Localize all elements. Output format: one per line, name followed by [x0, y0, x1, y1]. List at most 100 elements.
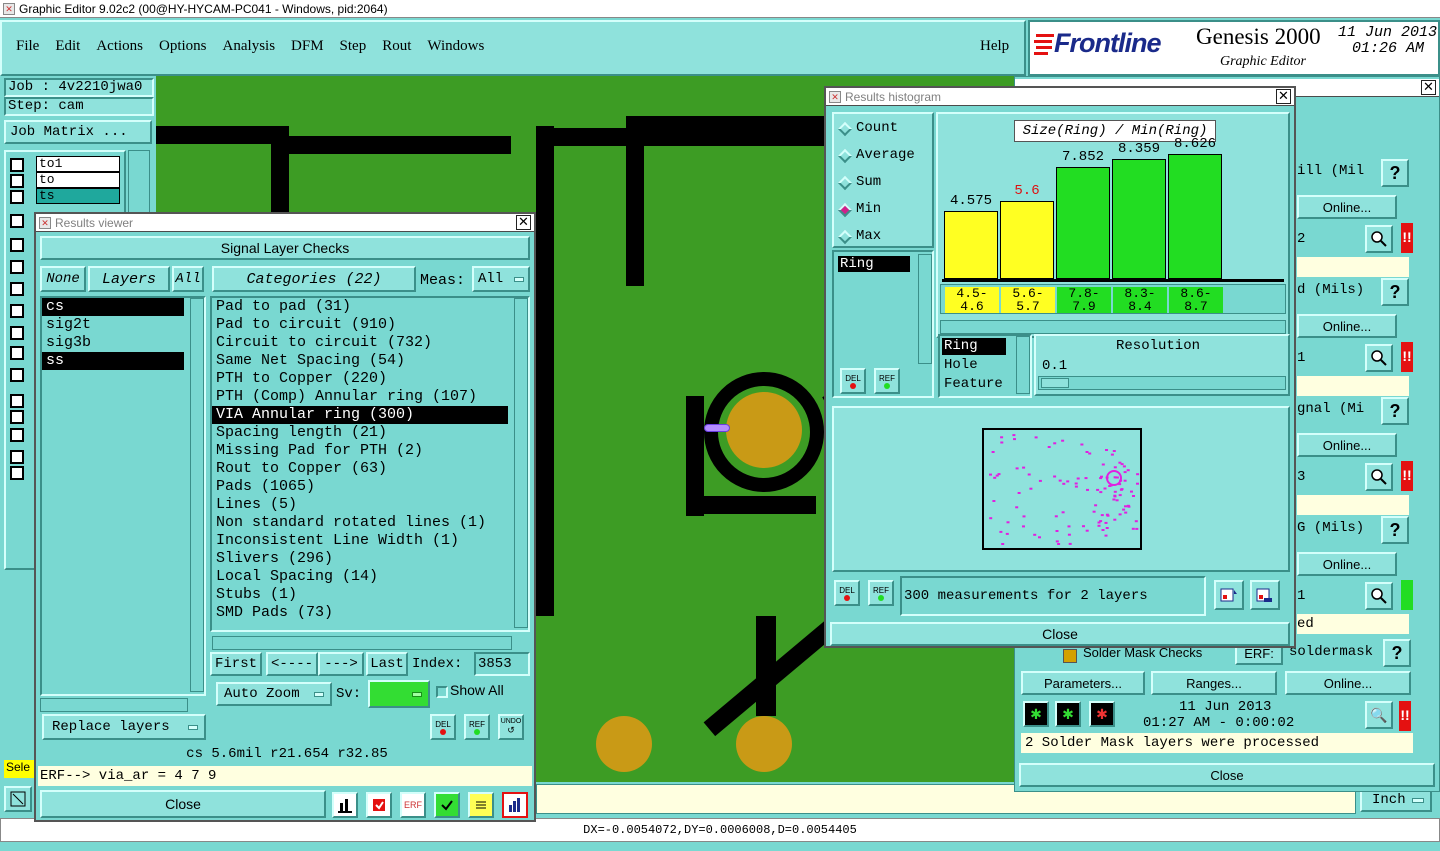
viewer-layer-item[interactable]: ss [42, 352, 184, 370]
show-all-checkbox[interactable] [436, 686, 448, 698]
viewer-layer-item[interactable]: sig3b [42, 334, 184, 352]
histogram-bar[interactable] [944, 211, 998, 279]
histogram-bar[interactable] [1168, 154, 1222, 279]
categories-hscroll[interactable] [212, 636, 512, 650]
chart-scrollbar[interactable] [940, 320, 1286, 334]
category-item[interactable]: Pads (1065) [212, 478, 508, 496]
viewer-close-icon[interactable]: ✕ [516, 215, 531, 230]
layer-toggle[interactable] [10, 410, 24, 424]
category-item[interactable]: Lines (5) [212, 496, 508, 514]
prev-button[interactable]: <---- [266, 652, 318, 676]
checks-close-icon[interactable]: ✕ [1421, 80, 1436, 95]
layer-name[interactable]: ts [36, 188, 120, 204]
layers-header-button[interactable]: Layers [88, 266, 170, 292]
sv-color-dropdown[interactable] [368, 680, 430, 708]
menu-edit[interactable]: Edit [55, 38, 80, 55]
layer-toggle[interactable] [10, 238, 24, 252]
layer-toggle[interactable] [10, 158, 24, 172]
category-item[interactable]: VIA Annular ring (300) [212, 406, 508, 424]
category-item[interactable]: Stubs (1) [212, 586, 508, 604]
run-icon-1[interactable]: ✱ [1023, 701, 1049, 727]
mode-count[interactable]: Count [834, 118, 932, 142]
res-item[interactable]: Feature [942, 376, 1014, 393]
run-icon-3[interactable]: ✱ [1089, 701, 1115, 727]
index-input[interactable]: 3853 [474, 652, 530, 676]
hist-bottom-del-button[interactable]: DEL [834, 580, 860, 606]
menu-help[interactable]: Help [980, 38, 1009, 55]
notes-icon[interactable] [468, 792, 494, 818]
layer-name[interactable]: to [36, 172, 120, 188]
layer-toggle[interactable] [10, 326, 24, 340]
next-button[interactable]: ---> [318, 652, 364, 676]
viewer-del-button[interactable]: DEL [430, 714, 456, 740]
mode-sum[interactable]: Sum [834, 172, 932, 196]
zoom-icon-solder[interactable]: 🔍 [1365, 701, 1393, 729]
layers-all-button[interactable]: All [172, 266, 204, 292]
menu-analysis[interactable]: Analysis [223, 38, 276, 55]
layer-toggle[interactable] [10, 346, 24, 360]
layer-name[interactable]: to1 [36, 156, 120, 172]
online-button[interactable]: Online... [1297, 433, 1397, 457]
series-item-ring[interactable]: Ring [838, 256, 910, 272]
category-item[interactable]: Inconsistent Line Width (1) [212, 532, 508, 550]
menu-options[interactable]: Options [159, 38, 207, 55]
layer-toggle[interactable] [10, 466, 24, 480]
viewer-layers-scrollbar[interactable] [190, 298, 204, 692]
category-item[interactable]: Same Net Spacing (54) [212, 352, 508, 370]
hist-del-button[interactable]: DEL [840, 368, 866, 394]
run-icon-2[interactable]: ✱ [1055, 701, 1081, 727]
parameters-button[interactable]: Parameters... [1021, 671, 1145, 695]
viewer-layer-item[interactable]: sig2t [42, 316, 184, 334]
layer-toggle[interactable] [10, 214, 24, 228]
green-action-icon[interactable] [434, 792, 460, 818]
viewer-layer-item[interactable]: cs [42, 298, 184, 316]
zoom-fit-icon[interactable] [4, 786, 32, 812]
export-icon-2[interactable] [1250, 580, 1280, 610]
layer-toggle[interactable] [10, 282, 24, 296]
resolution-slider[interactable] [1038, 376, 1286, 390]
layer-toggle[interactable] [10, 428, 24, 442]
replace-layers-dropdown[interactable]: Replace layers [42, 714, 206, 740]
erf-value[interactable]: soldermask [1285, 641, 1381, 665]
last-button[interactable]: Last [366, 652, 408, 676]
category-item[interactable]: Slivers (296) [212, 550, 508, 568]
meas-dropdown[interactable]: All [472, 266, 530, 292]
preview-board[interactable] [982, 428, 1142, 550]
help-button[interactable]: ? [1381, 159, 1409, 187]
online-button[interactable]: Online... [1297, 552, 1397, 576]
histogram-bar[interactable] [1056, 167, 1110, 279]
menu-actions[interactable]: Actions [96, 38, 143, 55]
res-item[interactable]: Hole [942, 357, 1014, 374]
layer-toggle[interactable] [10, 394, 24, 408]
layer-toggle[interactable] [10, 174, 24, 188]
layer-toggle[interactable] [10, 260, 24, 274]
category-item[interactable]: PTH to Copper (220) [212, 370, 508, 388]
checks-close-button[interactable]: Close [1019, 763, 1435, 787]
viewer-layers-hscroll[interactable] [40, 698, 188, 712]
mode-average[interactable]: Average [834, 145, 932, 169]
help-button[interactable]: ? [1381, 516, 1409, 544]
ranges-button[interactable]: Ranges... [1151, 671, 1277, 695]
first-button[interactable]: First [210, 652, 262, 676]
viewer-ref-button[interactable]: REF [464, 714, 490, 740]
help-button[interactable]: ? [1381, 397, 1409, 425]
layers-none-button[interactable]: None [40, 266, 86, 292]
viewer-undo-button[interactable]: UNDO ↺ [498, 714, 524, 740]
histogram-bar[interactable] [1000, 201, 1054, 279]
categories-button[interactable]: Categories (22) [212, 266, 416, 292]
res-list-scrollbar[interactable] [1016, 336, 1030, 394]
menu-step[interactable]: Step [340, 38, 367, 55]
help-button[interactable]: ? [1381, 278, 1409, 306]
histogram-icon[interactable] [502, 792, 528, 818]
menu-dfm[interactable]: DFM [291, 38, 324, 55]
job-matrix-button[interactable]: Job Matrix ... [4, 120, 152, 144]
zoom-icon[interactable] [1365, 344, 1393, 372]
layer-toggle[interactable] [10, 368, 24, 382]
menu-windows[interactable]: Windows [427, 38, 484, 55]
menu-rout[interactable]: Rout [382, 38, 411, 55]
categories-scrollbar[interactable] [514, 298, 528, 628]
category-item[interactable]: Local Spacing (14) [212, 568, 508, 586]
chart-icon-1[interactable] [332, 792, 358, 818]
layer-toggle[interactable] [10, 304, 24, 318]
auto-zoom-dropdown[interactable]: Auto Zoom [216, 682, 332, 706]
